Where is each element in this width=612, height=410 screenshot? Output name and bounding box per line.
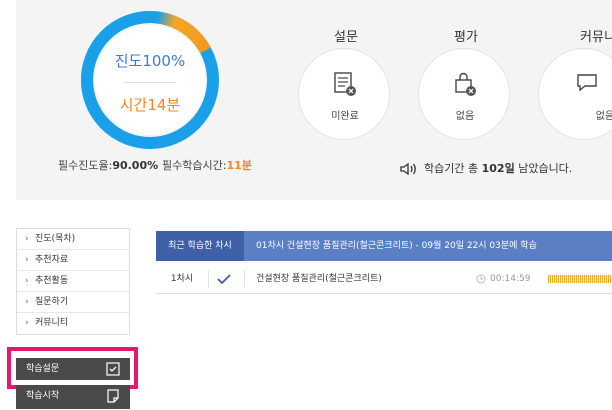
menu-item-community[interactable]: › 커뮤니티: [17, 313, 129, 334]
session-number: 1차시: [170, 274, 194, 284]
community-title: 커뮤니: [580, 30, 612, 45]
chevron-right-icon: ›: [25, 255, 29, 265]
chevron-right-icon: ›: [25, 234, 29, 244]
menu-item-label: 커뮤니티: [35, 318, 69, 328]
menu-item-recommended-materials[interactable]: › 추천자료: [17, 250, 129, 271]
learning-summary-panel: 진도100% 시간14분 필수진도율:90.00% 필수학습시간:11분 설문 …: [16, 0, 612, 200]
ring-divider: [124, 82, 176, 83]
chevron-right-icon: ›: [25, 318, 29, 328]
chevron-right-icon: ›: [25, 276, 29, 286]
side-menu: › 진도(목차) › 추천자료 › 추천활동 › 질문하기 › 커뮤니티: [16, 228, 130, 335]
clock-icon: [476, 274, 486, 284]
progress-ring: 진도100% 시간14분: [80, 10, 220, 150]
menu-item-label: 추천활동: [35, 276, 69, 286]
column-divider: [208, 270, 209, 288]
lesson-title[interactable]: 건설현장 품질관리(철근콘크리트): [256, 264, 382, 294]
required-time: 필수학습시간:11분: [162, 157, 252, 173]
start-learning-button[interactable]: 학습시작: [16, 385, 130, 409]
survey-status: 미완료: [331, 111, 359, 122]
document-icon: [106, 389, 120, 403]
evaluation-circle[interactable]: 없음: [418, 48, 510, 140]
evaluation-status: 없음: [455, 111, 475, 122]
community-circle[interactable]: 없음: [538, 48, 612, 140]
recent-study-label: 최근 학습한 차시: [156, 231, 244, 261]
recent-study-header: 최근 학습한 차시 01차시 건설현장 품질관리(철근콘크리트) - 09월 2…: [156, 231, 612, 261]
study-period-notice: 학습기간 총 102일 남았습니다.: [400, 160, 572, 176]
menu-item-recommended-activities[interactable]: › 추천활동: [17, 271, 129, 292]
community-status: 없음: [595, 111, 612, 122]
survey-circle[interactable]: 미완료: [298, 48, 390, 140]
start-learning-label: 학습시작: [26, 391, 60, 401]
required-progress: 필수진도율:90.00%: [58, 157, 158, 173]
speaker-icon: [400, 162, 418, 176]
evaluation-title: 평가: [454, 30, 478, 45]
recent-study-info[interactable]: 01차시 건설현장 품질관리(철근콘크리트) - 09월 20일 22시 03분…: [256, 231, 537, 261]
survey-list-icon: [332, 71, 358, 97]
study-time: 시간14분: [119, 96, 181, 114]
required-progress-value: 90.00%: [112, 159, 159, 172]
menu-item-label: 추천자료: [35, 255, 69, 265]
menu-item-label: 질문하기: [35, 297, 69, 307]
survey-highlight-box: [7, 347, 138, 389]
required-time-value: 11분: [226, 159, 252, 172]
lesson-duration: 00:14:59: [490, 274, 531, 284]
menu-item-label: 진도(목차): [35, 234, 76, 244]
notice-prefix: 학습기간 총: [424, 162, 479, 175]
menu-item-ask-question[interactable]: › 질문하기: [17, 292, 129, 313]
column-divider: [244, 270, 245, 288]
table-row[interactable]: 1차시 건설현장 품질관리(철근콘크리트) 00:14:59: [156, 264, 612, 294]
progress-percent: 진도100%: [114, 52, 186, 70]
menu-item-progress[interactable]: › 진도(목차): [17, 229, 129, 250]
progress-ring-graphic: [81, 11, 219, 149]
required-time-label: 필수학습시간:: [162, 159, 227, 172]
notice-days: 102일: [481, 162, 515, 175]
chevron-right-icon: ›: [25, 297, 29, 307]
required-progress-label: 필수진도율:: [58, 159, 113, 172]
lesson-progress-bar: [548, 275, 612, 283]
notice-suffix: 남았습니다.: [518, 162, 573, 175]
community-chat-icon: [575, 71, 601, 97]
survey-title: 설문: [334, 30, 358, 45]
check-icon: [216, 271, 232, 287]
evaluation-lock-icon: [452, 71, 478, 97]
